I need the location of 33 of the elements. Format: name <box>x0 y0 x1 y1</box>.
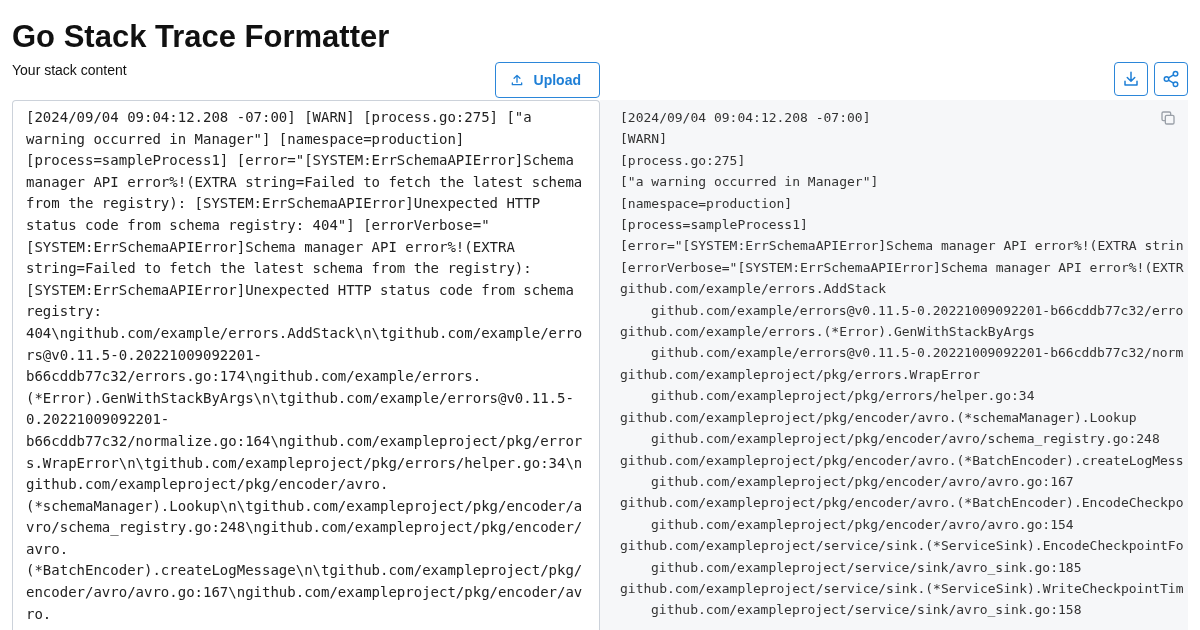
log-field-line: [error="[SYSTEM:ErrSchemaAPIError]Schema manager API error%!(EXTRA strin <box>620 237 1184 256</box>
log-field-line: [2024/09/04 09:04:12.208 -07:00] <box>620 109 871 127</box>
file-location-line: github.com/example/errors@v0.11.5-0.20221009092201-b66cddb77c32/erro <box>650 301 1184 320</box>
share-button[interactable] <box>1154 62 1188 96</box>
page-title: Go Stack Trace Formatter <box>12 18 390 56</box>
function-line: github.com/exampleproject/service/sink.(*ServiceSink).WriteCheckpointTim <box>620 579 1184 598</box>
file-location-line: github.com/example/errors@v0.11.5-0.20221009092201-b66cddb77c32/norm <box>650 344 1184 363</box>
share-icon <box>1162 70 1180 88</box>
function-line: github.com/example/errors.(*Error).GenWithStackByArgs <box>620 323 1035 342</box>
file-location-line: github.com/exampleproject/pkg/encoder/avro/avro.go:167 <box>650 472 1074 491</box>
file-location-line: github.com/exampleproject/pkg/errors/helper.go:34 <box>650 387 1035 406</box>
function-line: github.com/exampleproject/service/sink.(*ServiceSink).EncodeCheckpointFo <box>620 537 1184 556</box>
function-line: github.com/example/errors.AddStack <box>620 280 887 299</box>
log-field-line: [process.go:275] <box>620 151 746 170</box>
log-field-line: [namespace=production] <box>620 194 793 213</box>
copy-icon[interactable] <box>1160 110 1176 126</box>
log-field-line: [process=sampleProcess1] <box>620 216 808 235</box>
log-field-line: ["a warning occurred in Manager"] <box>620 173 879 192</box>
upload-button[interactable]: Upload <box>494 62 600 98</box>
download-icon <box>1122 70 1140 88</box>
upload-icon <box>509 73 524 87</box>
file-location-line: github.com/exampleproject/pkg/encoder/avro/schema_registry.go:248 <box>650 430 1160 449</box>
download-button[interactable] <box>1114 62 1148 96</box>
function-line: github.com/exampleproject/pkg/errors.WrapError <box>620 365 981 384</box>
input-label: Your stack content <box>12 61 127 79</box>
function-line: github.com/exampleproject/pkg/encoder/avro.(*schemaManager).Lookup <box>620 408 1137 427</box>
log-field-line: [WARN] <box>620 130 667 149</box>
file-location-line: github.com/exampleproject/service/sink/avro_sink.go:158 <box>650 601 1082 620</box>
file-location-line: github.com/exampleproject/pkg/encoder/avro/avro.go:154 <box>650 515 1074 534</box>
file-location-line: github.com/exampleproject/service/sink/avro_sink.go:185 <box>650 558 1082 577</box>
function-line: github.com/exampleproject/pkg/encoder/avro.(*BatchEncoder).createLogMess <box>620 451 1184 470</box>
function-line: github.com/exampleproject/pkg/encoder/avro.(*BatchEncoder).EncodeCheckpo <box>620 494 1184 513</box>
log-field-line: [errorVerbose="[SYSTEM:ErrSchemaAPIError]Schema manager API error%!(EXTR <box>620 258 1184 277</box>
